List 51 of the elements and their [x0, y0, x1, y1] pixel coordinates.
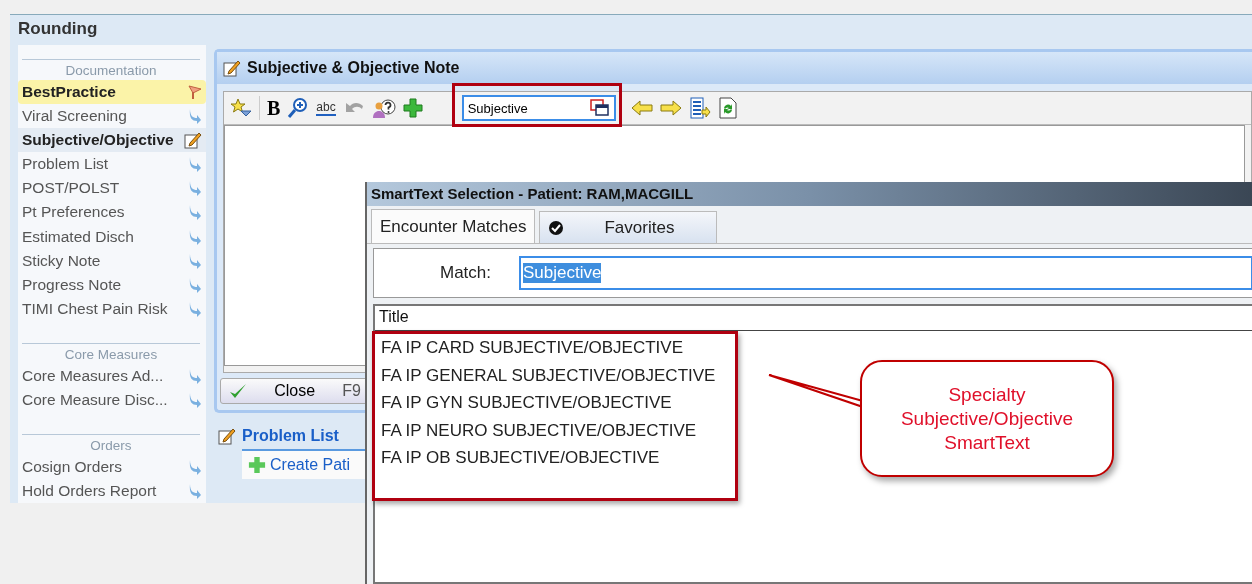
windows-icon: [589, 99, 610, 117]
column-header: Title: [375, 306, 1252, 331]
section-heading: Orders: [22, 433, 200, 455]
star-icon[interactable]: [230, 98, 252, 118]
zoom-in-icon[interactable]: [287, 97, 310, 119]
callout-text: Specialty: [948, 382, 1026, 407]
sidebar-item[interactable]: BestPractice: [18, 80, 206, 105]
sidebar-item[interactable]: Core Measure Disc...: [18, 387, 206, 412]
panel-title: Subjective & Objective Note: [247, 59, 460, 77]
bold-button[interactable]: B: [267, 96, 281, 120]
sidebar-item[interactable]: Sticky Note: [18, 248, 206, 273]
problem-list-edit-icon: [218, 427, 236, 445]
document-refresh-icon[interactable]: [717, 97, 738, 119]
sidebar-item[interactable]: Subjective/Objective: [18, 128, 206, 153]
problem-list-link[interactable]: Problem List: [242, 427, 339, 445]
sidebar-item[interactable]: TIMI Chest Pain Risk: [18, 296, 206, 321]
window-title: Rounding: [17, 18, 99, 40]
smarttext-field[interactable]: Subjective: [461, 95, 616, 121]
match-label: Match:: [440, 263, 492, 283]
list-item[interactable]: FA IP OB SUBJECTIVE/OBJECTIVE: [375, 444, 664, 472]
sidebar-item[interactable]: Estimated Disch: [18, 224, 206, 249]
sidebar-item[interactable]: Core Measures Ad...: [18, 363, 206, 388]
sidebar-item[interactable]: Problem List: [18, 152, 206, 177]
sidebar-item[interactable]: POST/POLST: [18, 176, 206, 201]
list-item[interactable]: FA IP CARD SUBJECTIVE/OBJECTIVE: [375, 334, 687, 362]
callout-text: SmartText: [944, 430, 1030, 455]
plus-icon: [248, 456, 266, 474]
edit-icon: [184, 131, 202, 150]
note-edit-icon: [223, 59, 241, 77]
tab[interactable]: Encounter Matches: [371, 209, 536, 243]
sidebar-item[interactable]: Progress Note: [18, 272, 206, 297]
list-item[interactable]: FA IP NEURO SUBJECTIVE/OBJECTIVE: [375, 416, 701, 445]
sidebar-item[interactable]: Pt Preferences: [18, 200, 206, 225]
spell-check-button[interactable]: abc: [316, 100, 336, 116]
checkmark-icon: [229, 382, 247, 400]
list-arrow-icon[interactable]: [688, 97, 711, 119]
sidebar-item[interactable]: Hold Orders Report: [18, 479, 206, 504]
right-arrow-icon[interactable]: [659, 99, 682, 117]
sidebar-item[interactable]: Cosign Orders: [18, 454, 206, 479]
tab[interactable]: Favorites: [539, 211, 718, 243]
checkmark-circle-icon: [548, 219, 565, 236]
section-heading: Core Measures: [22, 342, 200, 364]
person-question-icon[interactable]: [371, 97, 396, 119]
dialog-title: SmartText Selection - Patient: RAM,MACGILL: [367, 182, 1252, 206]
flag-icon: [186, 84, 202, 101]
callout-text: Subjective/Objective: [900, 406, 1074, 431]
sidebar-item[interactable]: Viral Screening: [18, 104, 206, 129]
left-arrow-icon[interactable]: [630, 99, 653, 117]
plus-icon[interactable]: [402, 98, 423, 118]
list-item[interactable]: FA IP GENERAL SUBJECTIVE/OBJECTIVE: [375, 361, 720, 390]
list-item[interactable]: FA IP GYN SUBJECTIVE/OBJECTIVE: [375, 389, 676, 417]
